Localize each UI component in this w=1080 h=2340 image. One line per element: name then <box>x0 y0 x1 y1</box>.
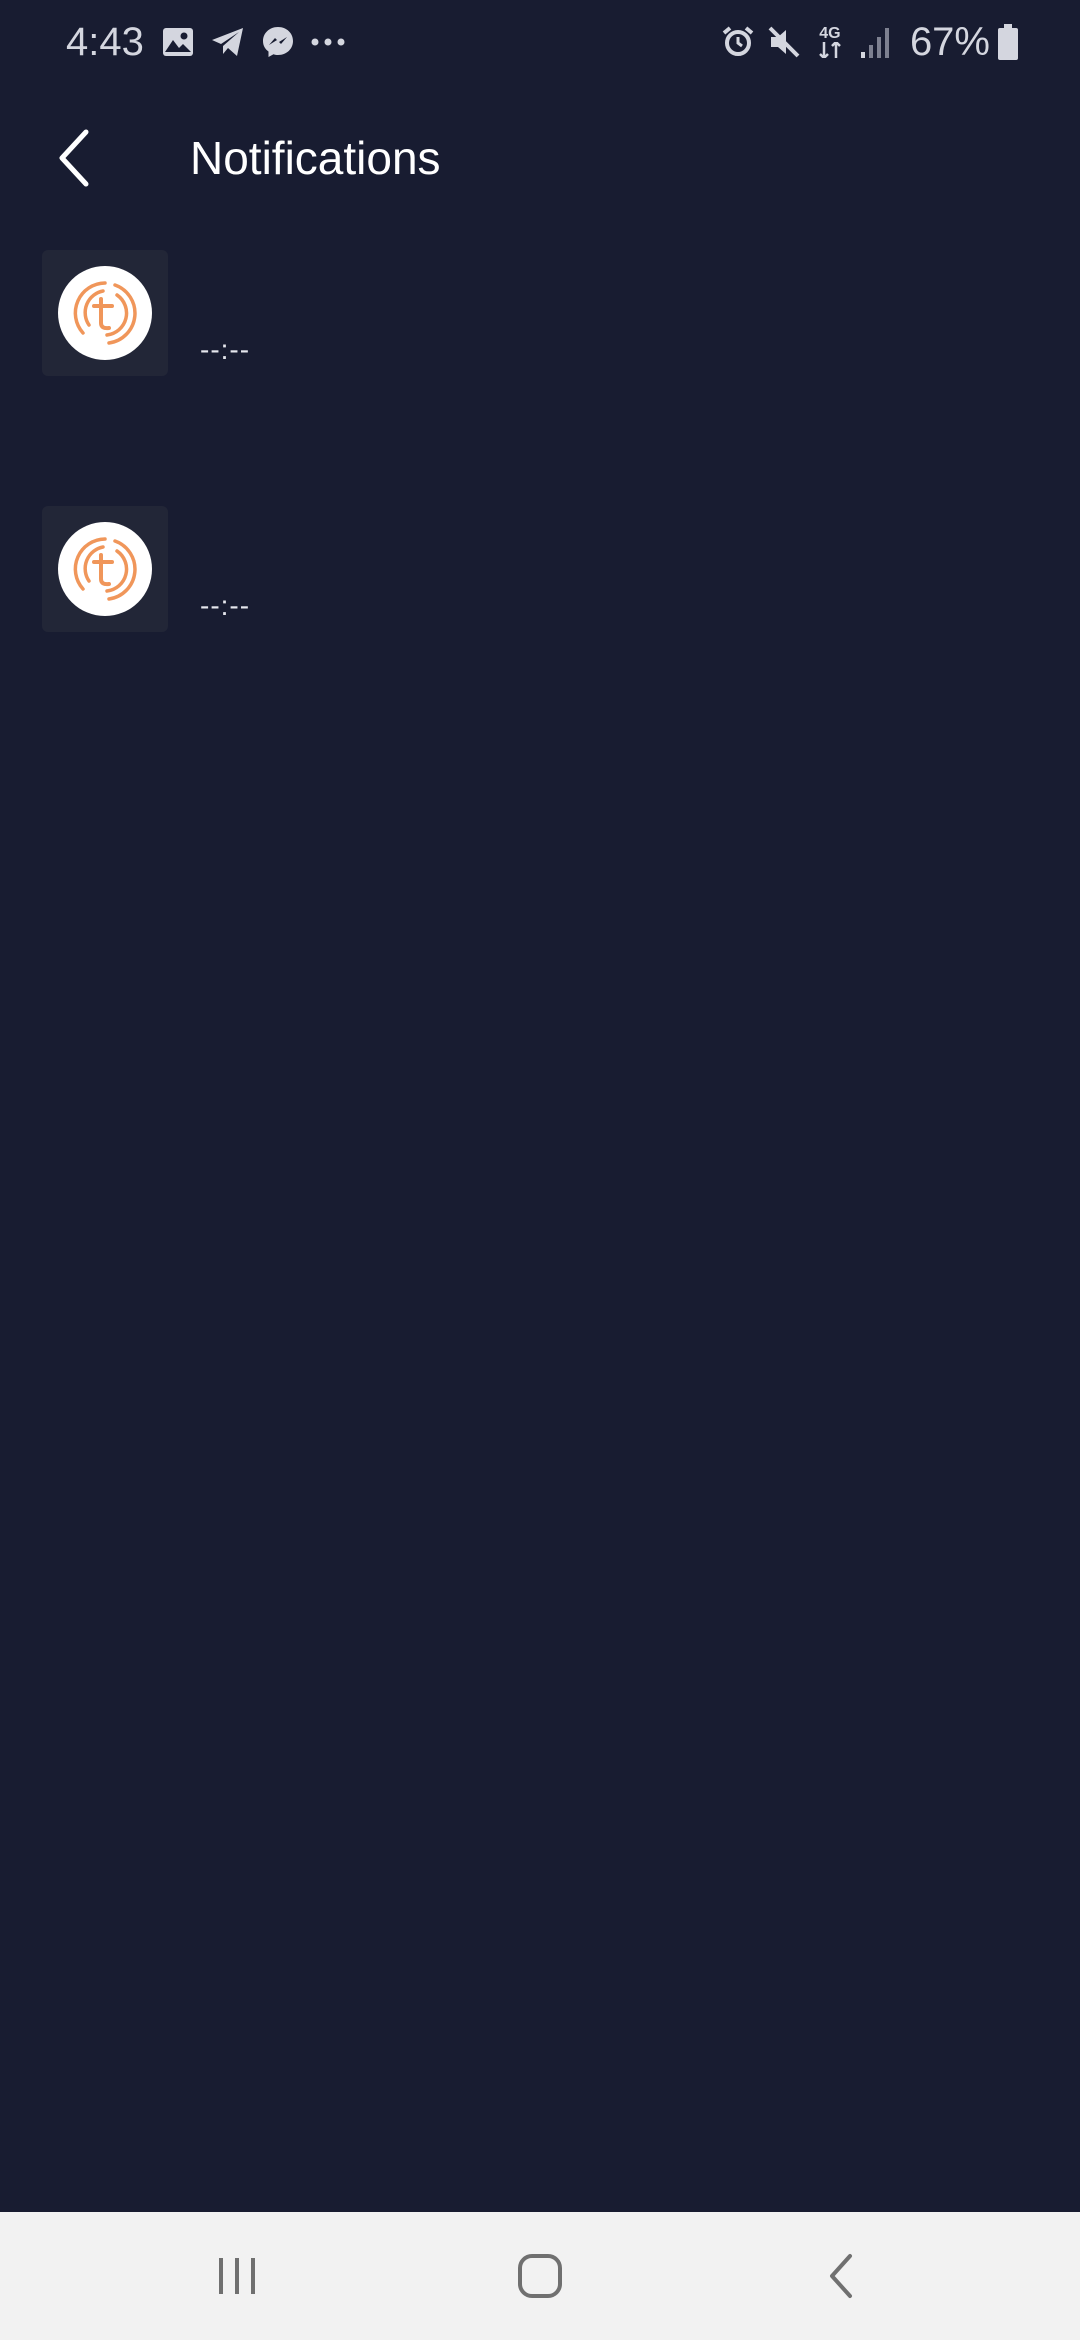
notification-thumbnail <box>42 250 168 376</box>
status-bar: 4:43 4G 67% <box>0 0 1080 84</box>
messenger-icon <box>260 24 296 60</box>
network-label: 4G <box>819 25 841 42</box>
signal-icon <box>858 22 894 62</box>
network-4g-icon: 4G <box>812 22 848 62</box>
status-left-icons <box>160 24 360 60</box>
status-right-icons: 4G 67% <box>710 18 1018 66</box>
system-back-button[interactable] <box>802 2236 882 2316</box>
notification-item[interactable]: --:-- <box>0 250 1080 506</box>
recent-apps-icon <box>219 2258 255 2294</box>
system-nav-bar <box>0 2212 1080 2340</box>
app-logo-icon <box>58 522 152 616</box>
notification-list: --:-- --:-- <box>0 250 1080 762</box>
app-bar: Notifications <box>0 100 1080 214</box>
back-arrow-icon <box>59 129 89 187</box>
gallery-icon <box>160 24 196 60</box>
back-icon <box>830 2254 852 2298</box>
home-icon <box>518 2254 562 2298</box>
telegram-icon <box>210 24 246 60</box>
app-logo-icon <box>58 266 152 360</box>
notification-thumbnail <box>42 506 168 632</box>
notifications-screen: 4:43 4G 67% Notifications --:-- --:-- <box>0 0 1080 2340</box>
notification-time: --:-- <box>200 334 251 365</box>
recent-apps-button[interactable] <box>197 2236 277 2316</box>
battery-icon <box>998 24 1018 60</box>
back-button[interactable] <box>36 120 112 196</box>
battery-percent: 67% <box>909 20 990 64</box>
notification-item[interactable]: --:-- <box>0 506 1080 762</box>
status-time: 4:43 <box>66 20 144 64</box>
notification-time: --:-- <box>200 590 251 621</box>
more-dots-icon <box>310 24 346 60</box>
alarm-icon <box>720 22 756 62</box>
mute-icon <box>766 22 802 62</box>
page-title: Notifications <box>190 132 441 184</box>
home-button[interactable] <box>500 2236 580 2316</box>
